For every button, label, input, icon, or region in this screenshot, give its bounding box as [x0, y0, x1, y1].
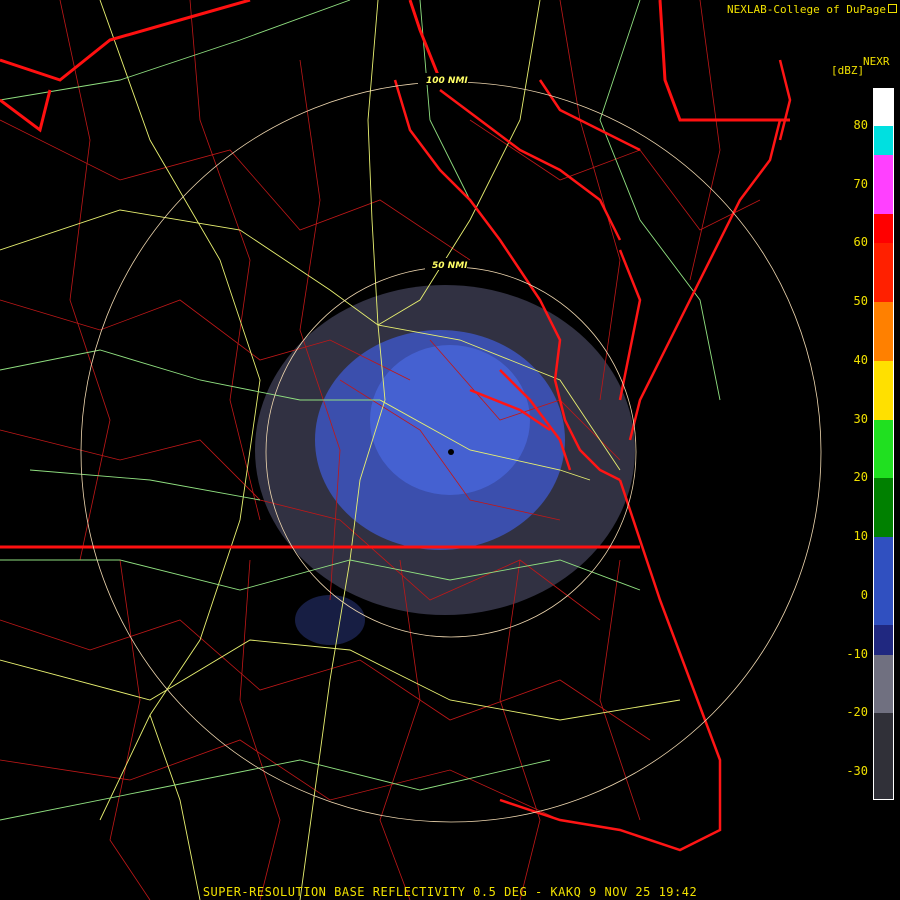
color-scale-tick: 0: [860, 587, 868, 602]
color-scale-tick: 20: [853, 470, 868, 485]
range-ring-outer-label: 100 NMI: [426, 76, 468, 86]
color-scale-tick: -10: [846, 646, 868, 661]
color-scale-band: [874, 654, 893, 714]
color-scale-band: [874, 155, 893, 215]
color-scale-band: [874, 89, 893, 126]
color-scale-band: [874, 625, 893, 655]
color-scale-band: [874, 478, 893, 538]
color-scale-band: [874, 126, 893, 156]
range-ring-inner-label: 50 NMI: [432, 261, 468, 271]
color-scale-tick: 10: [853, 529, 868, 544]
color-scale-band: [874, 214, 893, 244]
product-caption: SUPER-RESOLUTION BASE REFLECTIVITY 0.5 D…: [202, 885, 698, 899]
unit-label: [dBZ]: [831, 64, 865, 77]
color-scale-band: [874, 243, 893, 303]
color-scale-band: [874, 360, 893, 420]
color-scale-band: [874, 713, 893, 799]
credit-label: NEXLAB-College of DuPage: [727, 3, 886, 16]
product-label: NEXR: [863, 55, 890, 68]
color-scale-bar: [873, 88, 894, 800]
color-scale-tick: 40: [853, 352, 868, 367]
external-link-icon[interactable]: [888, 4, 897, 13]
color-scale-band: [874, 537, 893, 626]
color-scale-tick: -30: [846, 764, 868, 778]
color-scale-tick: 80: [853, 118, 868, 132]
color-scale-band: [874, 302, 893, 361]
color-scale-tick: 60: [853, 235, 868, 250]
color-scale-tick: 30: [853, 411, 868, 426]
radar-site-marker: [448, 449, 454, 455]
color-scale-tick: 70: [853, 176, 868, 191]
color-scale-band: [874, 419, 893, 479]
color-scale-tick: -20: [846, 705, 868, 720]
color-scale-tick: 50: [853, 294, 868, 309]
radar-map: 50 NMI 100 NMI: [0, 0, 900, 900]
